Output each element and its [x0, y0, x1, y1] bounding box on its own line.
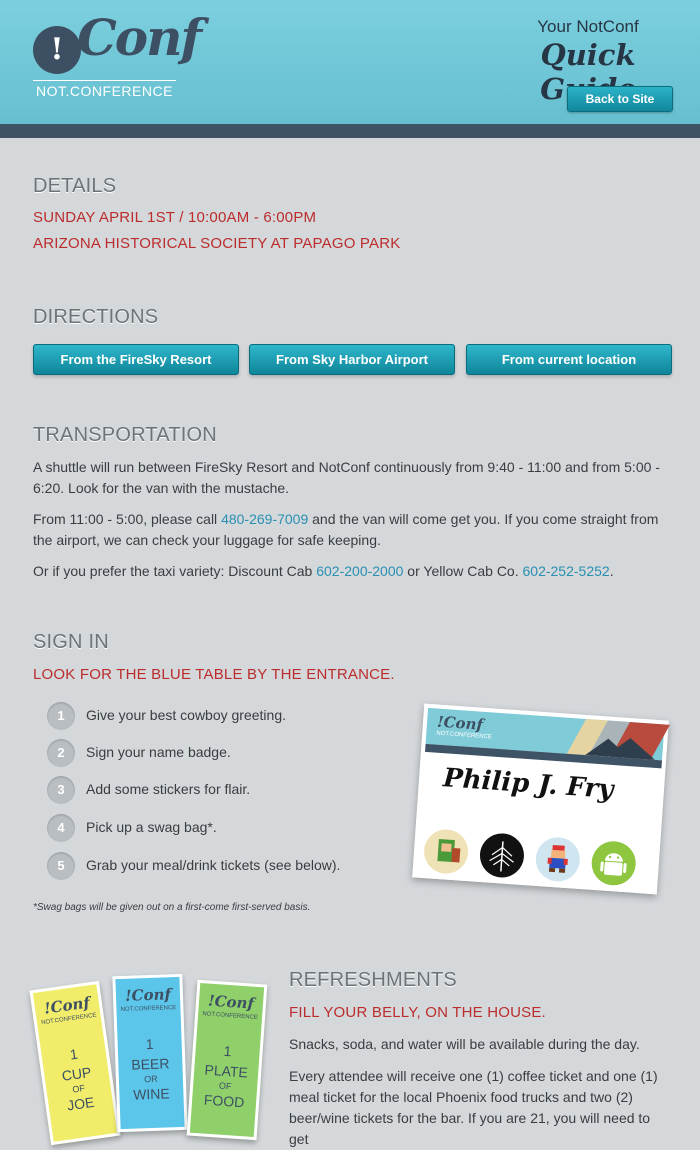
directions-airport-button[interactable]: From Sky Harbor Airport: [249, 344, 455, 375]
list-item: 4 Pick up a swag bag*.: [47, 814, 387, 842]
logo-divider: [33, 80, 176, 81]
directions-heading: DIRECTIONS: [33, 306, 159, 328]
text: .: [609, 563, 614, 579]
yellow-cab-phone-link[interactable]: 602-252-5252: [523, 563, 610, 579]
list-item: 1 Give your best cowboy greeting.: [47, 702, 387, 730]
list-item: 2 Sign your name badge.: [47, 739, 387, 767]
step-number: 4: [47, 814, 75, 842]
transportation-heading: TRANSPORTATION: [33, 424, 217, 446]
text: From 11:00 - 5:00, please call: [33, 511, 222, 527]
step-number: 3: [47, 776, 75, 804]
text: Or if you prefer the taxi variety: Disco…: [33, 563, 317, 579]
ticket-logo: !Conf: [124, 985, 172, 1005]
header-divider: [0, 124, 700, 138]
mario-sticker-icon: [534, 835, 582, 883]
ticket-count: 1: [145, 1035, 154, 1053]
signin-subheading: LOOK FOR THE BLUE TABLE BY THE ENTRANCE.: [33, 666, 395, 683]
logo-mark: !: [33, 26, 81, 74]
ticket-text: 1 CUP of JOE: [41, 1040, 114, 1118]
text: or Yellow Cab Co.: [403, 563, 523, 579]
logo-subtitle: NOT.CONFERENCE: [36, 83, 173, 99]
van-phone-link[interactable]: 480-269-7009: [221, 511, 308, 527]
shuttle-paragraph: A shuttle will run between FireSky Resor…: [33, 459, 660, 496]
details-heading: DETAILS: [33, 175, 117, 197]
food-ticket-image: !Conf NOT.CONFERENCE 1 PLATE of FOOD: [186, 979, 268, 1141]
ticket-logo-subtitle: NOT.CONFERENCE: [120, 1005, 177, 1013]
badge-stickers: [416, 828, 656, 894]
discount-cab-phone-link[interactable]: 602-200-2000: [316, 563, 403, 579]
signin-heading: SIGN IN: [33, 631, 109, 653]
ticket-text: 1 PLATE of FOOD: [192, 1039, 261, 1113]
tickets-paragraph: Every attendee will receive one (1) coff…: [289, 1068, 658, 1147]
tree-sticker-icon: [478, 831, 526, 879]
directions-current-location-button[interactable]: From current location: [466, 344, 672, 375]
list-item: 5 Grab your meal/drink tickets (see belo…: [47, 852, 387, 880]
snacks-paragraph: Snacks, soda, and water will be availabl…: [289, 1036, 640, 1052]
coffee-ticket-image: !Conf NOT.CONFERENCE 1 CUP of JOE: [29, 980, 121, 1146]
step-text: Grab your meal/drink tickets (see below)…: [86, 857, 341, 873]
logo-word: Conf: [77, 8, 202, 67]
swag-note: *Swag bags will be given out on a first-…: [33, 902, 311, 913]
back-to-site-button[interactable]: Back to Site: [567, 86, 673, 112]
guide-subtitle: Your NotConf: [537, 17, 639, 36]
zelda-sticker-icon: [422, 828, 470, 876]
ticket-line: BEER: [131, 1055, 170, 1073]
step-text: Pick up a swag bag*.: [86, 819, 217, 835]
directions-firesky-button[interactable]: From the FireSky Resort: [33, 344, 239, 375]
event-date-time: SUNDAY APRIL 1ST / 10:00AM - 6:00PM: [33, 209, 317, 226]
step-text: Add some stickers for flair.: [86, 781, 251, 797]
step-number: 2: [47, 739, 75, 767]
android-sticker-icon: [590, 839, 638, 887]
step-text: Give your best cowboy greeting.: [86, 707, 286, 723]
taxi-paragraph: Or if you prefer the taxi variety: Disco…: [33, 561, 663, 582]
step-text: Sign your name badge.: [86, 744, 231, 760]
van-call-paragraph: From 11:00 - 5:00, please call 480-269-7…: [33, 509, 663, 551]
step-number: 1: [47, 702, 75, 730]
step-number: 5: [47, 852, 75, 880]
refreshments-heading: REFRESHMENTS: [289, 969, 457, 991]
notconf-logo[interactable]: ! Conf NOT.CONFERENCE: [33, 8, 202, 100]
name-badge-image: !Conf NOT.CONFERENCE Philip J. Fry: [412, 703, 670, 895]
refreshments-subheading: FILL YOUR BELLY, ON THE HOUSE.: [289, 1004, 546, 1021]
ticket-line: FOOD: [203, 1091, 245, 1111]
badge-name: Philip J. Fry: [442, 763, 615, 806]
ticket-text: 1 BEER or WINE: [117, 1033, 183, 1105]
ticket-line: WINE: [132, 1085, 170, 1103]
beer-wine-ticket-image: !Conf NOT.CONFERENCE 1 BEER or WINE: [112, 973, 188, 1133]
ticket-logo: !Conf: [207, 991, 255, 1013]
list-item: 3 Add some stickers for flair.: [47, 776, 387, 804]
event-location: ARIZONA HISTORICAL SOCIETY AT PAPAGO PAR…: [33, 235, 401, 252]
